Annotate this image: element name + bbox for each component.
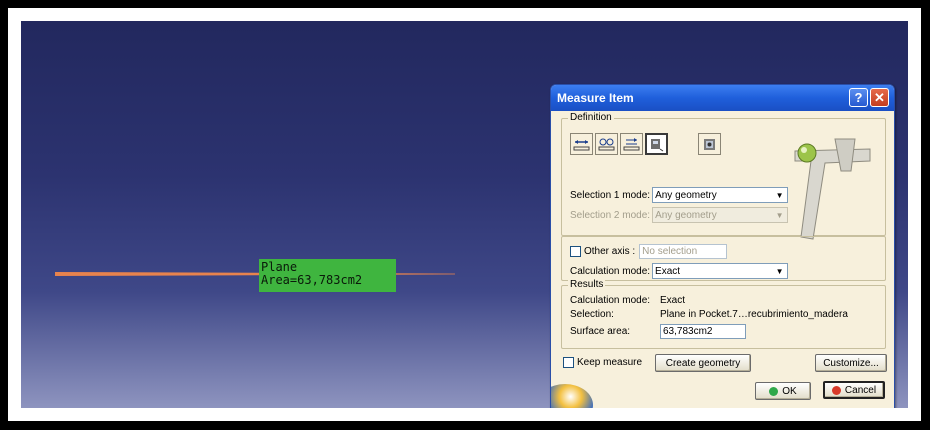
- dialog-title: Measure Item: [557, 91, 634, 105]
- annotation-line-2: Area=63,783cm2: [261, 273, 363, 287]
- dialog-titlebar[interactable]: Measure Item ? ✕: [551, 85, 894, 111]
- result-value: Exact: [660, 295, 686, 306]
- customize-button[interactable]: Customize...: [815, 354, 887, 372]
- other-axis-checkbox[interactable]: [570, 246, 581, 257]
- caliper-illustration-icon: [794, 138, 871, 240]
- result-calc-mode-row: Calculation mode: Exact: [570, 295, 685, 306]
- definition-group: Definition Selection 1 mode: Any geometr…: [561, 112, 886, 240]
- keep-measure-row: Keep measure: [563, 357, 642, 368]
- result-value: Plane in Pocket.7…recubrimiento_madera: [660, 309, 848, 320]
- selection2-value: Any geometry: [655, 209, 717, 221]
- create-geometry-button[interactable]: Create geometry: [655, 354, 751, 372]
- selection1-label: Selection 1 mode:: [570, 189, 651, 201]
- selection2-row: Selection 2 mode: Any geometry ▼: [570, 207, 789, 223]
- 3d-viewport[interactable]: Plane Area=63,783cm2 Measure Item ? ✕ De…: [21, 21, 908, 408]
- result-key: Selection:: [570, 309, 614, 320]
- result-surface-area-row: Surface area: 63,783cm2: [570, 324, 746, 339]
- selection2-label: Selection 2 mode:: [570, 209, 651, 221]
- screenshot-frame: Plane Area=63,783cm2 Measure Item ? ✕ De…: [8, 8, 921, 421]
- other-axis-field: No selection: [639, 244, 728, 259]
- result-key: Calculation mode:: [570, 295, 651, 306]
- close-button[interactable]: ✕: [870, 88, 889, 107]
- keep-measure-label: Keep measure: [577, 357, 643, 368]
- ok-button[interactable]: OK: [755, 382, 811, 400]
- ok-icon: [769, 386, 779, 396]
- chevron-down-icon: ▼: [775, 190, 784, 200]
- measure-item-icon[interactable]: [645, 133, 668, 155]
- help-button[interactable]: ?: [849, 88, 868, 107]
- definition-title: Definition: [568, 112, 614, 123]
- calc-mode-label: Calculation mode:: [570, 265, 651, 277]
- measure-between-icon[interactable]: [570, 133, 593, 155]
- calc-mode-row: Calculation mode: Exact ▼: [570, 263, 789, 279]
- other-axis-row: Other axis : No selection: [570, 244, 728, 259]
- selection1-value: Any geometry: [655, 189, 717, 201]
- calc-mode-select[interactable]: Exact ▼: [652, 263, 789, 279]
- catia-logo-icon: [551, 384, 593, 408]
- keep-measure-checkbox[interactable]: [563, 357, 574, 368]
- measure-mode-toolbar: [570, 133, 721, 155]
- cancel-label: Cancel: [844, 384, 877, 396]
- results-group: Results Calculation mode: Exact Selectio…: [561, 279, 886, 349]
- result-selection-row: Selection: Plane in Pocket.7…recubrimien…: [570, 309, 848, 320]
- selection1-row: Selection 1 mode: Any geometry ▼: [570, 187, 789, 203]
- chevron-down-icon: ▼: [775, 210, 784, 220]
- selection2-mode-select: Any geometry ▼: [652, 207, 789, 223]
- measure-item-dialog: Measure Item ? ✕ Definition Selection 1 …: [550, 84, 895, 408]
- measure-annotation: Plane Area=63,783cm2: [259, 259, 396, 292]
- other-axis-label: Other axis :: [584, 246, 636, 257]
- cancel-button[interactable]: Cancel: [823, 381, 885, 399]
- calc-mode-value: Exact: [655, 265, 681, 277]
- surface-area-field: 63,783cm2: [660, 324, 746, 339]
- axis-calc-group: Other axis : No selection Calculation mo…: [561, 236, 886, 281]
- measure-between-chain-icon[interactable]: [620, 133, 643, 155]
- results-title: Results: [568, 279, 606, 290]
- cancel-icon: [831, 385, 841, 395]
- surface-area-label: Surface area:: [570, 326, 631, 337]
- selection1-mode-select[interactable]: Any geometry ▼: [652, 187, 789, 203]
- measure-thickness-icon[interactable]: [595, 133, 618, 155]
- chevron-down-icon: ▼: [775, 266, 784, 276]
- ok-label: OK: [782, 385, 797, 397]
- measure-inertia-icon[interactable]: [698, 133, 721, 155]
